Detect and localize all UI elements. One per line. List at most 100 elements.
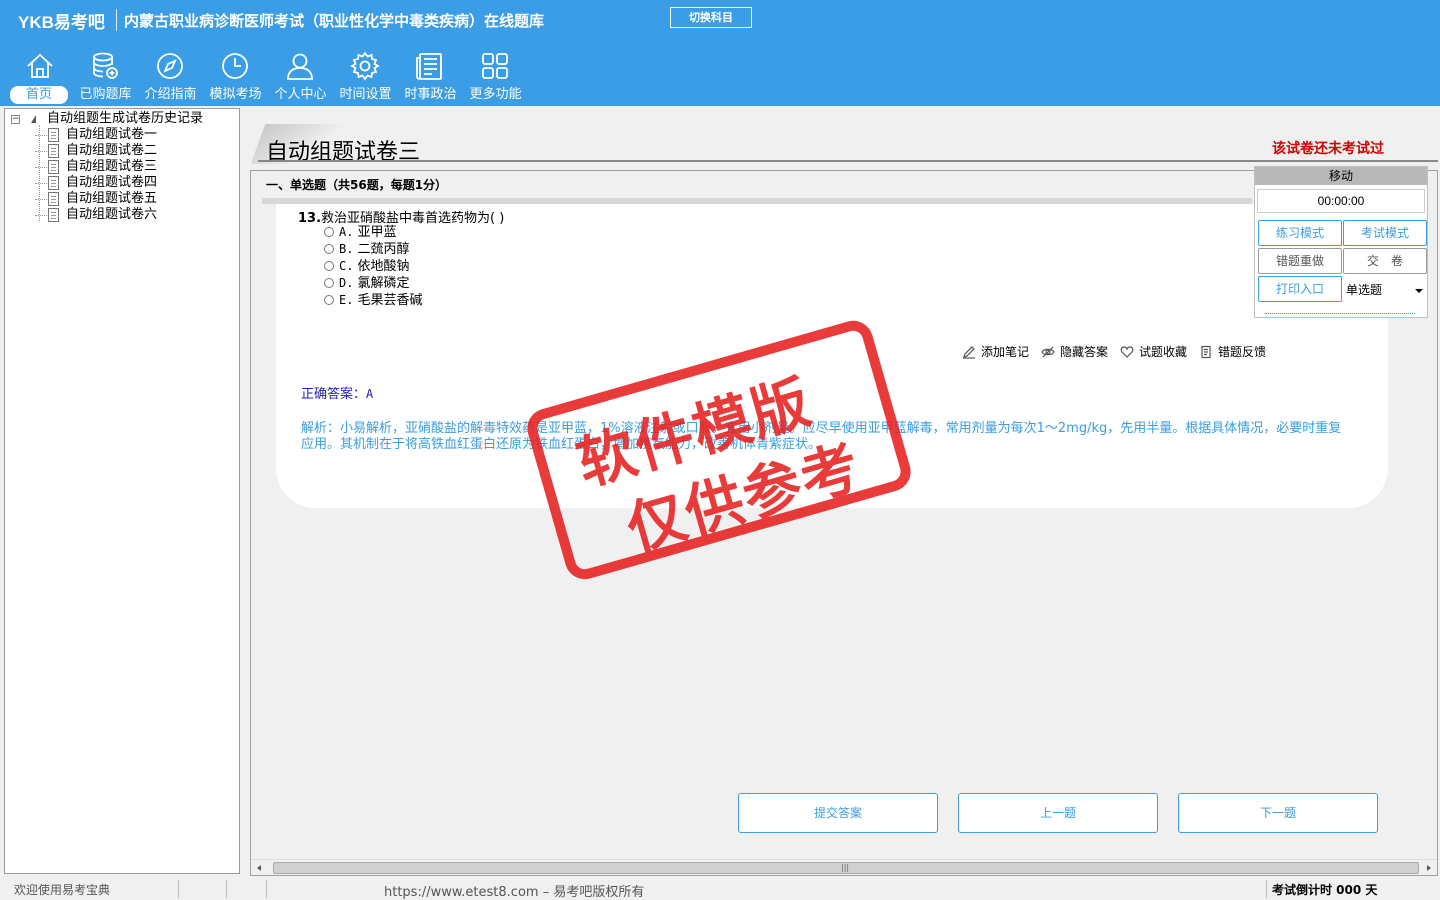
heart-icon (1120, 345, 1134, 358)
exam-countdown: 考试倒计时 000 天 (1272, 883, 1378, 897)
nav-profile-label: 个人中心 (274, 87, 327, 102)
header-bar: YKB易考吧 内蒙古职业病诊断医师考试（职业性化学中毒类疾病）在线题库 切换科目… (0, 0, 1440, 106)
app-logo: YKB易考吧 (18, 13, 105, 32)
dropdown-caret-icon (1415, 289, 1423, 293)
compass-icon (157, 53, 183, 79)
panel-drag-handle[interactable]: 移动 (1255, 167, 1427, 185)
answer-value: A (366, 387, 374, 401)
hide-answer-button[interactable]: 隐藏答案 (1041, 343, 1108, 360)
gear-icon (350, 51, 380, 81)
practice-mode-button[interactable]: 练习模式 (1258, 220, 1342, 246)
nav-politics-label: 时事政治 (404, 87, 457, 102)
nav-more-label: 更多功能 (469, 87, 522, 102)
document-icon (48, 144, 59, 158)
pencil-icon (963, 345, 975, 359)
nav-home-label: 首页 (10, 86, 68, 104)
radio-button[interactable] (324, 261, 334, 271)
radio-button[interactable] (324, 244, 334, 254)
tree-item-paper-1[interactable]: 自动组题试卷一 (9, 127, 203, 143)
correct-answer: 正确答案：A (301, 383, 373, 402)
feedback-button[interactable]: 错题反馈 (1199, 343, 1266, 360)
question-number: 13. (298, 211, 322, 226)
nav-guide-label: 介绍指南 (144, 87, 197, 102)
radio-button[interactable] (324, 295, 334, 305)
nav-profile[interactable]: 个人中心 (268, 48, 333, 104)
tree-root-label: 自动组题生成试卷历史记录 (47, 111, 204, 126)
history-tree: − 自动组题生成试卷历史记录 自动组题试卷一 自动组题试卷二 自动组题试卷三 自… (9, 111, 203, 223)
main-nav: 首页 已购题库 介绍指南 模拟考场 个人中心 时间设置 时事政治 更多功能 (8, 48, 528, 104)
answer-label: 正确答案： (301, 387, 367, 402)
option-e[interactable]: E. 毛果芸香碱 (324, 292, 422, 309)
nav-home[interactable]: 首页 (8, 48, 73, 104)
title-divider-line (258, 160, 1438, 162)
user-icon (287, 53, 313, 80)
option-c[interactable]: C. 依地酸钠 (324, 258, 409, 275)
tree-item-label: 自动组题试卷一 (66, 127, 158, 142)
nav-guide[interactable]: 介绍指南 (138, 48, 203, 104)
submit-answer-button[interactable]: 提交答案 (738, 793, 938, 833)
exam-timer: 00:00:00 (1257, 189, 1425, 213)
tree-item-paper-4[interactable]: 自动组题试卷四 (9, 175, 203, 191)
scroll-grip-icon: ||| (841, 863, 850, 872)
nav-purchased-label: 已购题库 (79, 87, 132, 102)
history-sidebar: − 自动组题生成试卷历史记录 自动组题试卷一 自动组题试卷二 自动组题试卷三 自… (4, 108, 240, 874)
submit-paper-button[interactable]: 交 卷 (1343, 248, 1427, 274)
nav-time-settings-label: 时间设置 (339, 87, 392, 102)
tree-root[interactable]: − 自动组题生成试卷历史记录 (9, 111, 203, 127)
report-icon (1201, 345, 1211, 358)
tree-item-label: 自动组题试卷六 (66, 207, 158, 222)
tree-item-paper-3[interactable]: 自动组题试卷三 (9, 159, 203, 175)
tree-item-paper-5[interactable]: 自动组题试卷五 (9, 191, 203, 207)
folder-arrow-icon (31, 115, 36, 123)
nav-politics[interactable]: 时事政治 (398, 48, 463, 104)
add-note-button[interactable]: 添加笔记 (962, 343, 1029, 360)
radio-button[interactable] (324, 278, 334, 288)
option-d[interactable]: D. 氯解磷定 (324, 275, 409, 292)
collapse-toggle-icon[interactable]: − (11, 115, 20, 124)
document-icon (48, 208, 59, 222)
nav-time-settings[interactable]: 时间设置 (333, 48, 398, 104)
welcome-text: 欢迎使用易考宝典 (14, 883, 111, 897)
tree-item-label: 自动组题试卷三 (66, 159, 158, 174)
eye-icon (1041, 346, 1055, 357)
document-icon (48, 128, 59, 142)
title-divider (116, 9, 117, 31)
scroll-right-icon[interactable] (1427, 865, 1431, 871)
prev-question-button[interactable]: 上一题 (958, 793, 1158, 833)
document-icon (48, 176, 59, 190)
status-bar: 欢迎使用易考宝典 https://www.etest8.com – 易考吧版权所… (0, 878, 1440, 900)
document-icon (48, 160, 59, 174)
document-icon (48, 192, 59, 206)
scroll-left-icon[interactable] (257, 865, 261, 871)
grid-icon (482, 53, 508, 79)
question-toolbar: 添加笔记 隐藏答案 试题收藏 错题反馈 (962, 343, 1278, 360)
nav-mock-exam-label: 模拟考场 (209, 87, 262, 102)
tree-item-label: 自动组题试卷五 (66, 191, 158, 206)
question-type-select[interactable]: 单选题 (1343, 279, 1427, 303)
radio-button[interactable] (324, 227, 334, 237)
option-b[interactable]: B. 二巯丙醇 (324, 241, 409, 258)
tree-item-paper-6[interactable]: 自动组题试卷六 (9, 207, 203, 223)
nav-more[interactable]: 更多功能 (463, 48, 528, 104)
print-button[interactable]: 打印入口 (1258, 276, 1342, 302)
newspaper-icon (416, 53, 442, 80)
exam-status-text: 该试卷还未考试过 (1272, 141, 1384, 157)
exam-mode-button[interactable]: 考试模式 (1343, 220, 1427, 246)
redo-wrong-button[interactable]: 错题重做 (1258, 248, 1342, 274)
option-a[interactable]: A. 亚甲蓝 (324, 224, 396, 241)
copyright-url: https://www.etest8.com – 易考吧版权所有 (384, 885, 645, 900)
home-icon (27, 53, 53, 78)
tree-item-paper-2[interactable]: 自动组题试卷二 (9, 143, 203, 159)
nav-purchased[interactable]: 已购题库 (73, 48, 138, 104)
next-question-button[interactable]: 下一题 (1178, 793, 1378, 833)
tree-item-label: 自动组题试卷二 (66, 143, 158, 158)
horizontal-scrollbar[interactable]: ||| (251, 859, 1437, 875)
switch-subject-button[interactable]: 切换科目 (670, 7, 752, 28)
exam-control-panel: 移动 00:00:00 练习模式 考试模式 错题重做 交 卷 打印入口 单选题 (1254, 166, 1428, 318)
section-header: 一、单选题（共56题，每题1分） (266, 178, 448, 192)
panel-resize-line (1265, 313, 1415, 314)
favorite-button[interactable]: 试题收藏 (1120, 343, 1187, 360)
tree-item-label: 自动组题试卷四 (66, 175, 158, 190)
clock-icon (222, 53, 248, 79)
nav-mock-exam[interactable]: 模拟考场 (203, 48, 268, 104)
